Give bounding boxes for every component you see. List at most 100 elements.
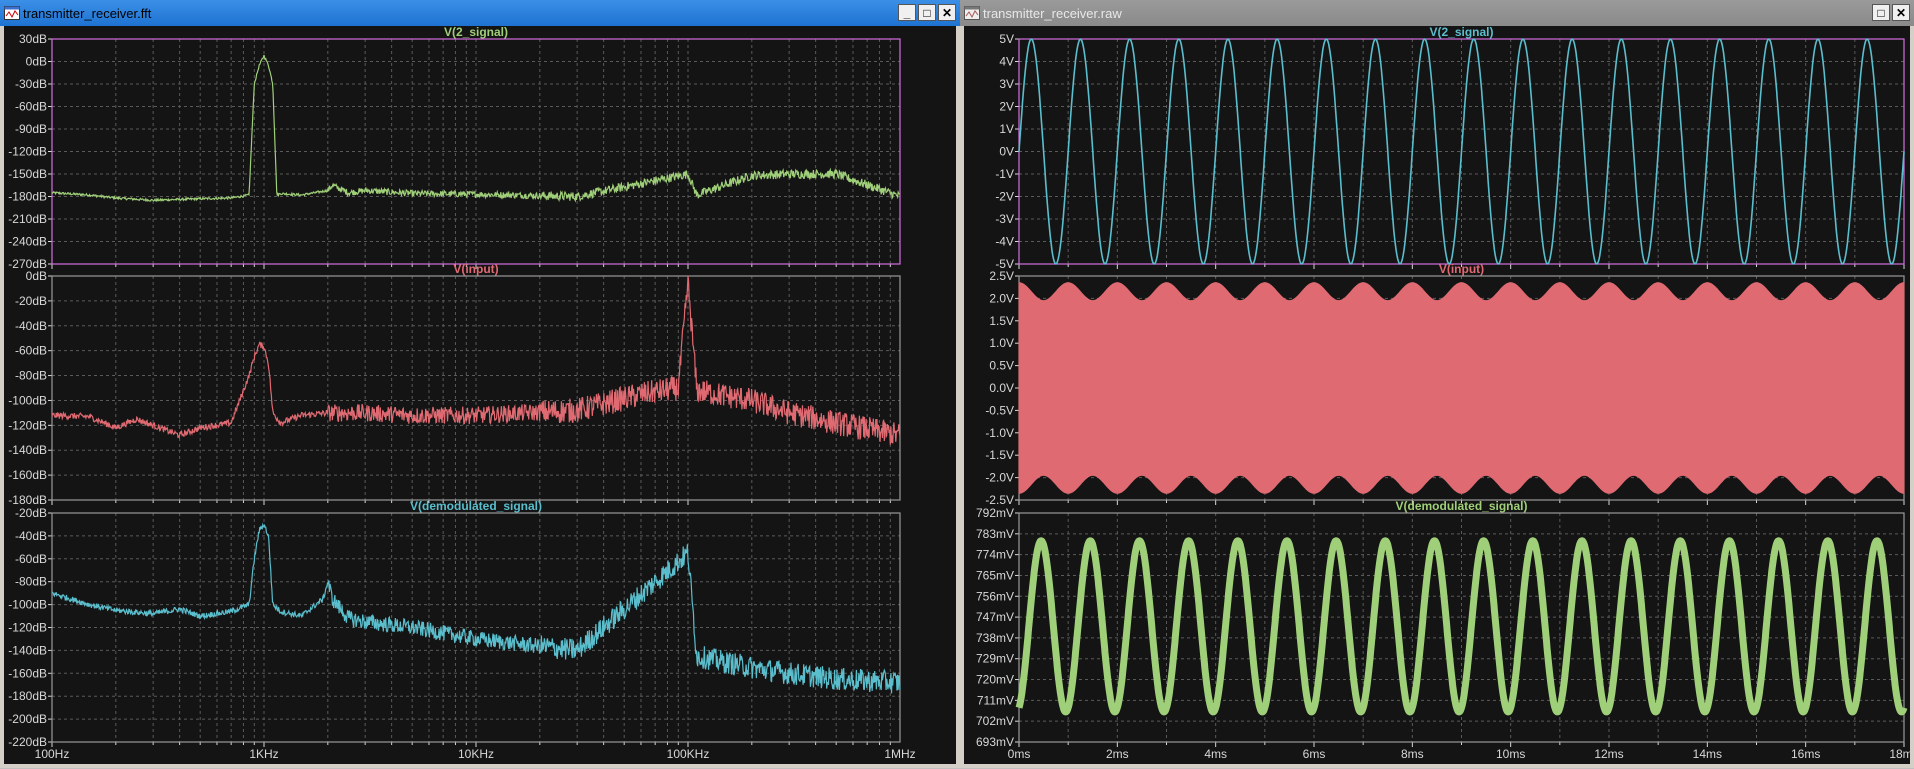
x-tick-label: 14ms <box>1693 747 1722 761</box>
y-tick-label: 756mV <box>976 589 1014 603</box>
y-tick-label: -80dB <box>15 369 47 383</box>
y-tick-label: -4V <box>995 235 1014 249</box>
y-tick-label: -2.5V <box>985 493 1014 507</box>
window-title: transmitter_receiver.fft <box>23 5 152 21</box>
fft-titlebar[interactable]: transmitter_receiver.fft _ □ ✕ <box>0 0 960 26</box>
raw-plot-area[interactable]: V(2_signal) 5V 4V 3V 2V 1V 0V -1V -2V -3V -4V -5V V(… <box>964 25 1914 764</box>
x-tick-label: 2ms <box>1106 747 1129 761</box>
plot-title: V(demodulated_signal) <box>410 499 542 513</box>
y-tick-label: 702mV <box>976 714 1014 728</box>
y-tick-label: -180dB <box>8 689 47 703</box>
x-tick-label: 18ms <box>1889 747 1910 761</box>
plot-title: V(input) <box>453 262 498 276</box>
y-tick-label: -20dB <box>15 294 47 308</box>
demodulated-trace <box>1015 537 1908 716</box>
plot-title: V(2_signal) <box>1429 26 1493 39</box>
close-button[interactable]: ✕ <box>938 4 956 21</box>
y-tick-label: -1.0V <box>985 426 1014 440</box>
y-tick-label: -240dB <box>8 235 47 249</box>
y-tick-label: 3V <box>999 77 1014 91</box>
y-tick-label: -3V <box>995 212 1014 226</box>
y-tick-label: 765mV <box>976 568 1014 582</box>
x-tick-label: 8ms <box>1401 747 1424 761</box>
close-icon: ✕ <box>941 5 953 20</box>
y-tick-label: -0.5V <box>985 403 1014 417</box>
x-tick-label: 10ms <box>1496 747 1525 761</box>
x-tick-label: 12ms <box>1594 747 1623 761</box>
y-tick-label: -120dB <box>8 621 47 635</box>
close-button[interactable]: ✕ <box>1892 4 1910 21</box>
y-tick-label: 1V <box>999 122 1014 136</box>
maximize-icon: □ <box>1877 5 1885 20</box>
y-tick-label: -1.5V <box>985 448 1014 462</box>
fft-plot-area[interactable]: V(2_signal) 30dB 0dB -30dB -60dB -90dB -120dB -… <box>4 25 956 764</box>
y-tick-label: -180dB <box>8 493 47 507</box>
y-tick-label: -1V <box>995 167 1014 181</box>
plot-title: V(2_signal) <box>444 26 508 39</box>
y-tick-label: -200dB <box>8 712 47 726</box>
y-tick-label: -40dB <box>15 529 47 543</box>
y-tick-label: 5V <box>999 32 1014 46</box>
y-tick-label: 792mV <box>976 506 1014 520</box>
y-tick-label: -100dB <box>8 393 47 407</box>
fft-window: transmitter_receiver.fft _ □ ✕ V(2_signa… <box>0 0 960 768</box>
y-tick-label: 2.0V <box>989 291 1014 305</box>
x-tick-label: 100KHz <box>667 747 710 761</box>
maximize-button[interactable]: □ <box>1872 4 1890 21</box>
plot-frame <box>51 275 901 501</box>
y-tick-label: -150dB <box>8 167 47 181</box>
plot-title: V(input) <box>1439 262 1484 276</box>
y-tick-label: -180dB <box>8 190 47 204</box>
window-title: transmitter_receiver.raw <box>983 5 1122 21</box>
y-tick-label: 2.5V <box>989 269 1014 283</box>
y-tick-label: -60dB <box>15 344 47 358</box>
y-tick-label: 747mV <box>976 610 1014 624</box>
y-tick-label: 30dB <box>19 32 47 46</box>
x-tick-label: 4ms <box>1204 747 1227 761</box>
close-icon: ✕ <box>1895 5 1907 20</box>
y-tick-label: 4V <box>999 55 1014 69</box>
y-tick-label: 2V <box>999 100 1014 114</box>
y-tick-label: 0.5V <box>989 359 1014 373</box>
x-tick-label: 1KHz <box>249 747 278 761</box>
minimize-button[interactable]: _ <box>898 4 916 21</box>
y-tick-label: -120dB <box>8 418 47 432</box>
y-tick-label: -80dB <box>15 575 47 589</box>
minimize-icon: _ <box>903 5 911 20</box>
plot-title: V(demodulated_signal) <box>1395 499 1527 513</box>
y-tick-label: -2V <box>995 190 1014 204</box>
x-tick-label: 100Hz <box>35 747 70 761</box>
x-tick-label: 10KHz <box>458 747 494 761</box>
y-tick-label: 720mV <box>976 673 1014 687</box>
fft-plots-svg[interactable]: V(2_signal) 30dB 0dB -30dB -60dB -90dB -120dB -… <box>4 25 956 764</box>
y-tick-label: -140dB <box>8 443 47 457</box>
y-tick-label: -90dB <box>15 122 47 136</box>
y-tick-label: -2.0V <box>985 471 1014 485</box>
y-tick-label: 0V <box>999 145 1014 159</box>
raw-plots-svg[interactable]: V(2_signal)5V4V3V2V1V0V-1V-2V-3V-4V-5V V(… <box>964 25 1914 764</box>
y-tick-label: 711mV <box>977 693 1014 707</box>
y-tick-label: 0.0V <box>989 381 1014 395</box>
modulated-carrier-area <box>1018 282 1905 494</box>
waveform-window-icon <box>4 6 20 20</box>
y-tick-label: -40dB <box>15 319 47 333</box>
y-tick-label: -100dB <box>8 598 47 612</box>
y-tick-label: -30dB <box>15 77 47 91</box>
y-tick-label: -120dB <box>8 145 47 159</box>
y-tick-label: -210dB <box>8 212 47 226</box>
x-tick-label: 0ms <box>1008 747 1031 761</box>
y-tick-label: -60dB <box>15 552 47 566</box>
y-tick-label: -60dB <box>15 100 47 114</box>
x-tick-label: 1MHz <box>884 747 915 761</box>
y-tick-label: 1.5V <box>989 314 1014 328</box>
maximize-button[interactable]: □ <box>918 4 936 21</box>
x-tick-label: 6ms <box>1303 747 1326 761</box>
y-tick-label: -20dB <box>15 506 47 520</box>
raw-window: transmitter_receiver.raw □ ✕ V(2_signal)… <box>960 0 1914 768</box>
y-tick-label: 774mV <box>976 548 1014 562</box>
raw-titlebar[interactable]: transmitter_receiver.raw □ ✕ <box>960 0 1914 26</box>
waveform-window-icon <box>964 6 980 20</box>
y-tick-label: -160dB <box>8 666 47 680</box>
y-tick-label: 738mV <box>976 631 1014 645</box>
y-tick-label: 0dB <box>26 269 47 283</box>
